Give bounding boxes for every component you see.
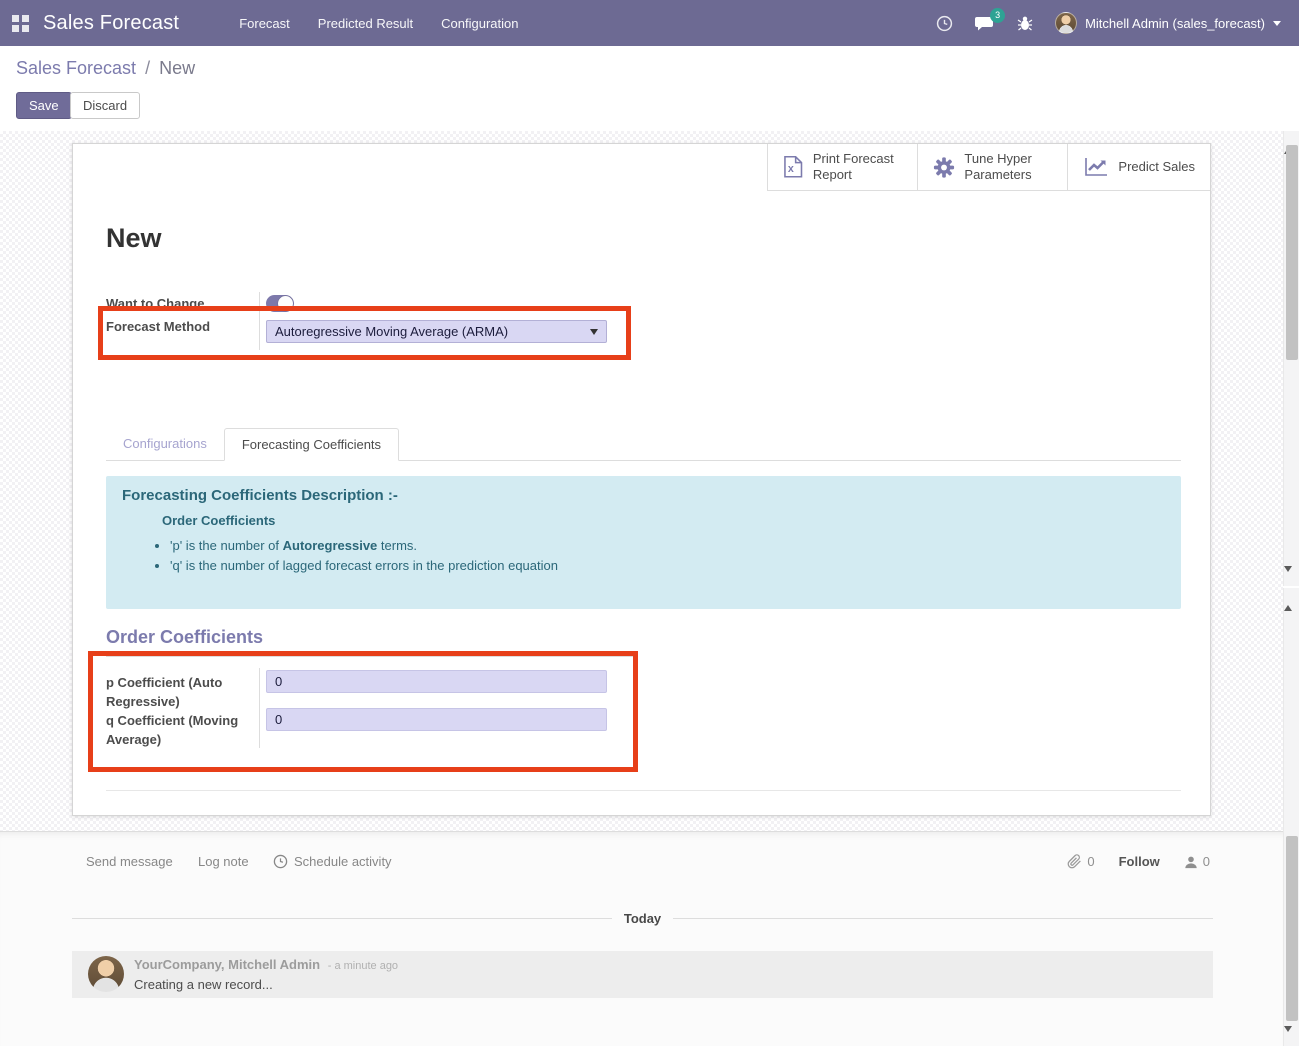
forecast-method-value: Autoregressive Moving Average (ARMA) <box>275 324 508 339</box>
log-note-button[interactable]: Log note <box>198 854 249 869</box>
message-item: YourCompany, Mitchell Admin - a minute a… <box>72 951 1213 998</box>
app-title: Sales Forecast <box>43 12 179 35</box>
follow-button[interactable]: Follow <box>1119 854 1160 869</box>
section-heading-order-coefficients: Order Coefficients <box>106 627 634 657</box>
notebook-tabs: Configurations Forecasting Coefficients <box>106 428 1181 461</box>
tune-hyper-parameters-button[interactable]: Tune Hyper Parameters <box>917 144 1067 190</box>
breadcrumb-separator: / <box>145 58 150 78</box>
breadcrumb-link[interactable]: Sales Forecast <box>16 58 136 78</box>
activity-clock-icon[interactable] <box>936 15 953 32</box>
info-box: Forecasting Coefficients Description :- … <box>106 476 1181 609</box>
gear-icon <box>933 156 955 179</box>
form-sheet: x Print Forecast Report Tune Hyper Param… <box>72 143 1211 816</box>
form-bottom-divider <box>106 790 1181 791</box>
want-to-change-toggle[interactable] <box>266 295 294 312</box>
scroll-down-icon[interactable] <box>1284 572 1299 586</box>
message-author[interactable]: YourCompany, Mitchell Admin <box>134 957 320 972</box>
content-area: x Print Forecast Report Tune Hyper Param… <box>0 131 1283 1046</box>
systray: 3 Mitchell Admin (sales_forecast) <box>936 12 1299 34</box>
tab-forecasting-coefficients[interactable]: Forecasting Coefficients <box>224 428 399 461</box>
messages-badge: 3 <box>990 8 1005 23</box>
dropdown-caret-icon <box>590 329 598 335</box>
discard-button[interactable]: Discard <box>70 92 140 119</box>
bug-icon[interactable] <box>1017 15 1033 32</box>
outer-scrollbar-thumb[interactable] <box>1286 836 1298 1021</box>
menu-configuration[interactable]: Configuration <box>441 16 518 31</box>
save-button[interactable]: Save <box>16 92 72 119</box>
want-to-change-label: Want to Change <box>106 294 258 313</box>
inner-scrollbar-thumb[interactable] <box>1286 145 1298 360</box>
scroll-up-icon[interactable] <box>1284 588 1299 602</box>
line-chart-icon <box>1083 156 1109 178</box>
info-bullet: 'p' is the number of Autoregressive term… <box>170 536 1165 556</box>
svg-text:x: x <box>788 163 794 175</box>
tab-configurations[interactable]: Configurations <box>106 428 224 460</box>
menu-predicted-result[interactable]: Predicted Result <box>318 16 413 31</box>
predict-sales-button[interactable]: Predict Sales <box>1067 144 1210 190</box>
p-coefficient-input[interactable] <box>266 670 607 693</box>
attachments-button[interactable]: 0 <box>1067 854 1094 869</box>
field-column-separator <box>259 292 260 350</box>
record-title: New <box>106 223 162 254</box>
attachment-count: 0 <box>1087 854 1094 869</box>
messages-icon[interactable]: 3 <box>975 15 995 32</box>
apps-menu-icon[interactable] <box>12 15 29 32</box>
print-forecast-report-button[interactable]: x Print Forecast Report <box>767 144 917 190</box>
q-coefficient-input[interactable] <box>266 708 607 731</box>
main-menu: Forecast Predicted Result Configuration <box>239 16 518 31</box>
forecast-method-label: Forecast Method <box>106 317 258 336</box>
send-message-button[interactable]: Send message <box>86 854 173 869</box>
user-name: Mitchell Admin (sales_forecast) <box>1085 16 1265 31</box>
paperclip-icon <box>1067 854 1082 869</box>
clock-icon <box>273 854 288 869</box>
top-navbar: Sales Forecast Forecast Predicted Result… <box>0 0 1299 46</box>
today-divider: Today <box>72 911 1213 926</box>
statusbar: x Print Forecast Report Tune Hyper Param… <box>767 144 1210 191</box>
today-label: Today <box>612 911 673 926</box>
control-panel: Sales Forecast / New Save Discard <box>0 46 1299 131</box>
inner-scrollbar[interactable] <box>1283 131 1299 586</box>
excel-file-icon: x <box>783 155 803 179</box>
p-coefficient-label: p Coefficient (Auto Regressive) <box>106 673 258 711</box>
message-avatar <box>88 956 124 992</box>
info-box-title: Forecasting Coefficients Description :- <box>122 487 1165 504</box>
scroll-up-icon[interactable] <box>1284 131 1299 145</box>
breadcrumb-current: New <box>159 58 195 78</box>
chatter-right-controls: 0 Follow 0 <box>1067 854 1210 869</box>
message-body: Creating a new record... <box>134 977 273 992</box>
followers-button[interactable]: 0 <box>1184 854 1210 869</box>
app-window: Sales Forecast Forecast Predicted Result… <box>0 0 1299 1046</box>
scroll-down-icon[interactable] <box>1284 1032 1299 1046</box>
menu-forecast[interactable]: Forecast <box>239 16 290 31</box>
info-box-subtitle: Order Coefficients <box>162 513 1165 528</box>
forecast-method-select[interactable]: Autoregressive Moving Average (ARMA) <box>266 320 607 343</box>
outer-scrollbar[interactable] <box>1283 588 1299 1046</box>
user-menu[interactable]: Mitchell Admin (sales_forecast) <box>1055 12 1281 34</box>
field-column-separator <box>259 668 260 748</box>
person-icon <box>1184 855 1198 869</box>
caret-down-icon <box>1273 21 1281 26</box>
schedule-activity-button[interactable]: Schedule activity <box>273 854 392 869</box>
toggle-knob <box>278 296 293 311</box>
user-avatar <box>1055 12 1077 34</box>
follower-count: 0 <box>1203 854 1210 869</box>
message-time: - a minute ago <box>328 960 398 972</box>
breadcrumb: Sales Forecast / New <box>16 58 195 79</box>
info-bullet-list: 'p' is the number of Autoregressive term… <box>148 536 1165 576</box>
chatter: Send message Log note Schedule activity … <box>0 831 1283 1046</box>
info-bullet: 'q' is the number of lagged forecast err… <box>170 556 1165 576</box>
q-coefficient-label: q Coefficient (Moving Average) <box>106 711 258 749</box>
